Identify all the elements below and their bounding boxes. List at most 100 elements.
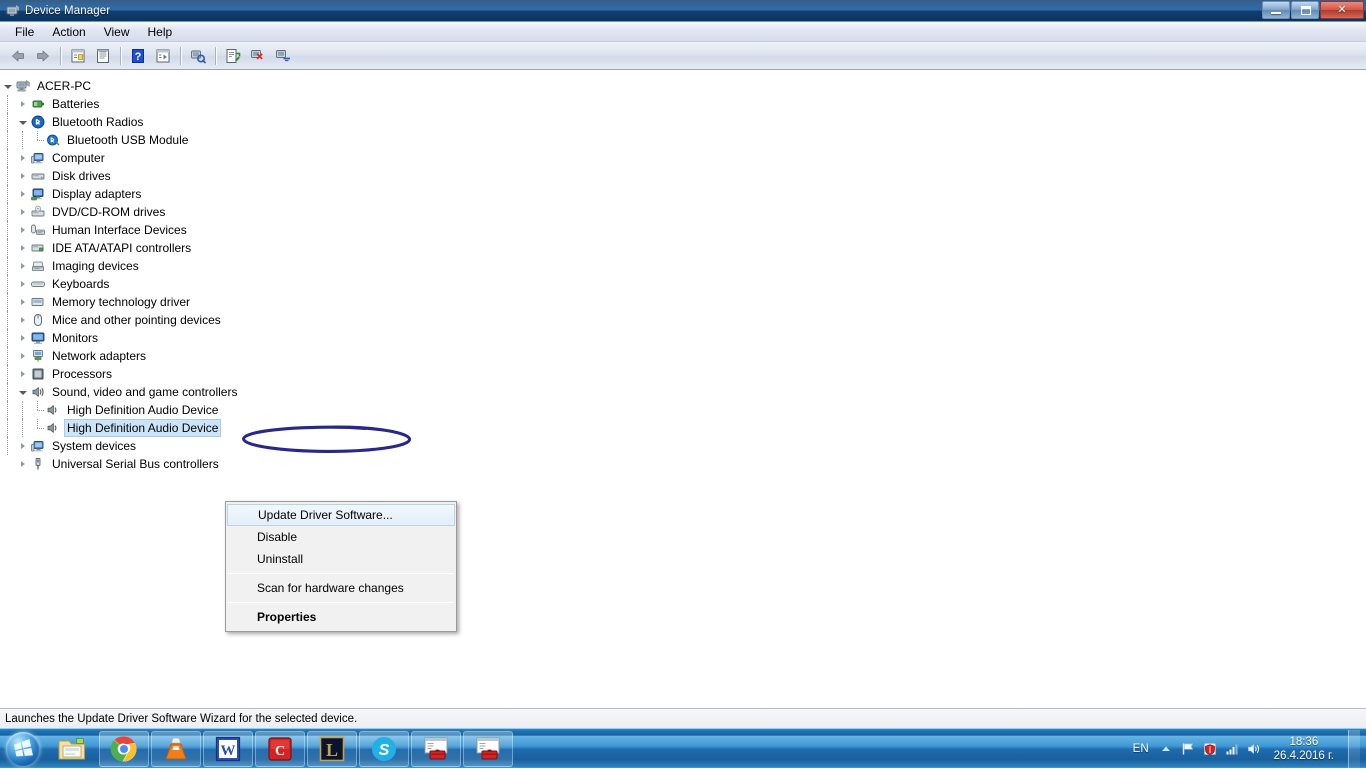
tree-node-monitors[interactable]: Monitors — [0, 329, 1366, 347]
tree-node-dvd-cdrom-drives[interactable]: DVD/CD-ROM drives — [0, 203, 1366, 221]
tree-node-label: Network adapters — [49, 348, 149, 364]
context-menu-item-update-driver-software[interactable]: Update Driver Software... — [227, 504, 455, 526]
taskbar-item-league-of-legends[interactable]: L — [307, 731, 357, 767]
network-signal-icon[interactable] — [1224, 741, 1240, 757]
taskbar-item-skype[interactable]: S — [359, 731, 409, 767]
expander-monitors[interactable] — [15, 330, 30, 346]
keyboard-icon — [30, 276, 46, 292]
tree-guide — [0, 258, 15, 274]
flag-action-center-icon[interactable] — [1180, 741, 1196, 757]
menu-help[interactable]: Help — [139, 23, 182, 41]
properties-icon[interactable] — [91, 44, 115, 68]
menu-file[interactable]: File — [6, 23, 43, 41]
tree-node-memory-technology-driver[interactable]: Memory technology driver — [0, 293, 1366, 311]
expander-keyboards[interactable] — [15, 276, 30, 292]
tree-node-label: Display adapters — [49, 186, 144, 202]
tree-node-ide-ata-atapi-controllers[interactable]: IDE ATA/ATAPI controllers — [0, 239, 1366, 257]
maximize-button[interactable] — [1291, 1, 1319, 19]
start-button[interactable] — [0, 730, 46, 768]
antivirus-shield-icon[interactable] — [1202, 741, 1218, 757]
taskbar-item-app-c[interactable]: C — [255, 731, 305, 767]
tree-node-universal-serial-bus-controllers[interactable]: Universal Serial Bus controllers — [0, 455, 1366, 473]
back-icon[interactable] — [6, 44, 30, 68]
tree-node-label: Keyboards — [49, 276, 112, 292]
forward-icon[interactable] — [31, 44, 55, 68]
dvd-drive-icon — [30, 204, 46, 220]
menu-action[interactable]: Action — [43, 23, 94, 41]
context-menu-item-properties[interactable]: Properties — [226, 606, 456, 628]
tree-node-bluetooth-radios[interactable]: Bluetooth Radios — [0, 113, 1366, 131]
expander-imaging-devices[interactable] — [15, 258, 30, 274]
expander-disk-drives[interactable] — [15, 168, 30, 184]
tree-node-batteries[interactable]: Batteries — [0, 95, 1366, 113]
tree-guide — [0, 132, 15, 148]
disable-device-icon[interactable] — [246, 44, 270, 68]
taskbar-item-microsoft-word[interactable]: W — [203, 731, 253, 767]
help-icon[interactable]: ? — [126, 44, 150, 68]
tree-node-computer[interactable]: Computer — [0, 149, 1366, 167]
tree-node-keyboards[interactable]: Keyboards — [0, 275, 1366, 293]
expander-processors[interactable] — [15, 366, 30, 382]
tree-node-label: DVD/CD-ROM drives — [49, 204, 168, 220]
tree-node-display-adapters[interactable]: Display adapters — [0, 185, 1366, 203]
expander-human-interface-devices[interactable] — [15, 222, 30, 238]
taskbar-item-device-manager[interactable] — [411, 731, 461, 767]
uninstall-device-icon[interactable] — [271, 44, 295, 68]
device-tree-pane[interactable]: ACER-PC Batteries — [0, 70, 1366, 708]
expander-dvd-cdrom-drives[interactable] — [15, 204, 30, 220]
tree-node-network-adapters[interactable]: Network adapters — [0, 347, 1366, 365]
expander-root[interactable] — [0, 78, 15, 94]
minimize-button[interactable] — [1262, 1, 1290, 19]
tree-node-bluetooth-usb-module[interactable]: Bluetooth USB Module — [0, 131, 1366, 149]
menu-view[interactable]: View — [95, 23, 139, 41]
context-menu-item-disable[interactable]: Disable — [226, 526, 456, 548]
tree-node-high-definition-audio-device-2-selected[interactable]: High Definition Audio Device — [0, 419, 1366, 437]
sound-device-icon — [45, 420, 61, 436]
expander-mice-and-other-pointing-devices[interactable] — [15, 312, 30, 328]
tree-node-disk-drives[interactable]: Disk drives — [0, 167, 1366, 185]
toolbar-separator — [60, 47, 61, 65]
title-bar[interactable]: Device Manager ✕ — [0, 0, 1366, 22]
taskbar-item-vlc-media-player[interactable] — [151, 731, 201, 767]
volume-icon[interactable] — [1246, 741, 1262, 757]
show-hide-console-tree-icon[interactable] — [66, 44, 90, 68]
close-button[interactable]: ✕ — [1320, 1, 1364, 19]
tree-node-root[interactable]: ACER-PC — [0, 77, 1366, 95]
taskbar-item-device-manager-2[interactable] — [463, 731, 513, 767]
mouse-icon — [30, 312, 46, 328]
expander-sound-video-and-game-controllers[interactable] — [15, 384, 30, 400]
usb-controller-icon — [30, 456, 46, 472]
tree-node-processors[interactable]: Processors — [0, 365, 1366, 383]
expander-display-adapters[interactable] — [15, 186, 30, 202]
context-menu[interactable]: Update Driver Software... Disable Uninst… — [225, 501, 457, 632]
show-hide-action-pane-icon[interactable] — [151, 44, 175, 68]
tree-node-high-definition-audio-device-1[interactable]: High Definition Audio Device — [0, 401, 1366, 419]
expander-system-devices[interactable] — [15, 438, 30, 454]
system-device-icon — [30, 438, 46, 454]
taskbar-item-google-chrome[interactable] — [99, 731, 149, 767]
expander-computer[interactable] — [15, 150, 30, 166]
expander-bluetooth-radios[interactable] — [15, 114, 30, 130]
tree-guide — [0, 276, 15, 292]
tree-node-human-interface-devices[interactable]: Human Interface Devices — [0, 221, 1366, 239]
expander-batteries[interactable] — [15, 96, 30, 112]
tree-node-sound-video-and-game-controllers[interactable]: Sound, video and game controllers — [0, 383, 1366, 401]
context-menu-item-scan-for-hardware-changes[interactable]: Scan for hardware changes — [226, 577, 456, 599]
expander-network-adapters[interactable] — [15, 348, 30, 364]
show-hidden-icons-arrow-icon[interactable] — [1158, 741, 1174, 757]
tree-node-imaging-devices[interactable]: Imaging devices — [0, 257, 1366, 275]
taskbar-item-windows-explorer[interactable] — [47, 731, 97, 767]
tree-guide — [30, 402, 45, 418]
tree-node-mice-and-other-pointing-devices[interactable]: Mice and other pointing devices — [0, 311, 1366, 329]
update-driver-software-icon[interactable] — [221, 44, 245, 68]
language-indicator[interactable]: EN — [1130, 743, 1152, 755]
taskbar-items: W C L S — [46, 730, 514, 768]
expander-universal-serial-bus-controllers[interactable] — [15, 456, 30, 472]
scan-for-hardware-changes-icon[interactable] — [186, 44, 210, 68]
expander-memory-technology-driver[interactable] — [15, 294, 30, 310]
show-desktop-button[interactable] — [1348, 730, 1360, 768]
expander-ide-ata-atapi-controllers[interactable] — [15, 240, 30, 256]
clock[interactable]: 18:36 26.4.2016 г. — [1268, 735, 1340, 763]
tree-node-system-devices[interactable]: System devices — [0, 437, 1366, 455]
context-menu-item-uninstall[interactable]: Uninstall — [226, 548, 456, 570]
